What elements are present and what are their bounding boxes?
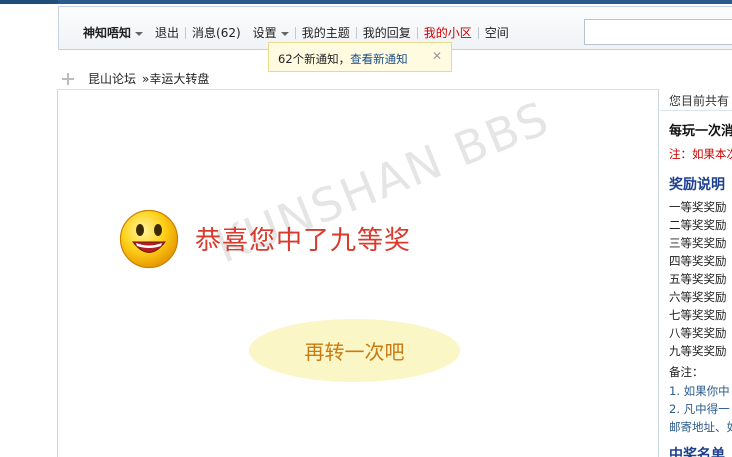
logout-link[interactable]: 退出 bbox=[149, 26, 185, 40]
prize-result-message: 恭喜您中了九等奖 bbox=[195, 226, 412, 256]
prize-item: 三等奖奖励 bbox=[669, 236, 727, 250]
prize-item: 七等奖奖励 bbox=[669, 308, 727, 322]
online-users-text: 您目前共有 bbox=[669, 94, 730, 108]
remark-line: 2. 凡中得一 bbox=[669, 402, 730, 416]
top-strip bbox=[0, 0, 732, 4]
main-content-frame bbox=[57, 89, 659, 457]
prize-item: 五等奖奖励 bbox=[669, 272, 727, 286]
notification-text: 62个新通知，查看新通知 bbox=[278, 51, 408, 67]
prize-item: 二等奖奖励 bbox=[669, 218, 727, 232]
prize-item: 八等奖奖励 bbox=[669, 326, 727, 340]
username-label: 神知唔知 bbox=[83, 26, 132, 40]
nav-links: 神知唔知 退出 消息(62) 设置 我的主题 我的回复 我的小区 空间 bbox=[77, 26, 515, 40]
my-community-link[interactable]: 我的小区 bbox=[418, 26, 478, 40]
notification-count-text: 62个新通知， bbox=[278, 52, 351, 66]
close-icon[interactable]: ✕ bbox=[432, 49, 442, 63]
view-notifications-link[interactable]: 查看新通知 bbox=[350, 52, 408, 66]
cost-note: 注：如果本次 bbox=[669, 147, 732, 161]
my-topics-link[interactable]: 我的主题 bbox=[296, 26, 356, 40]
prize-description-heading: 奖励说明 bbox=[669, 177, 725, 193]
settings-label: 设置 bbox=[252, 26, 277, 40]
settings-menu[interactable]: 设置 bbox=[247, 26, 295, 40]
cost-heading: 每玩一次消 bbox=[669, 124, 732, 139]
prize-item: 一等奖奖励 bbox=[669, 200, 727, 214]
prize-item: 六等奖奖励 bbox=[669, 290, 727, 304]
prize-item: 九等奖奖励 bbox=[669, 344, 727, 358]
prize-item: 四等奖奖励 bbox=[669, 254, 727, 268]
search-input[interactable] bbox=[584, 19, 732, 45]
breadcrumb: 昆山论坛 » 幸运大转盘 bbox=[62, 70, 209, 87]
space-link[interactable]: 空间 bbox=[479, 26, 515, 40]
breadcrumb-forum-link[interactable]: 昆山论坛 bbox=[88, 70, 136, 87]
remark-line: 邮寄地址、如 bbox=[669, 420, 732, 434]
chevron-down-icon bbox=[135, 31, 144, 36]
sidebar-divider bbox=[660, 110, 732, 111]
winners-list-heading: 中奖名单 bbox=[669, 447, 725, 457]
breadcrumb-separator: » bbox=[142, 71, 150, 86]
smiley-face-icon bbox=[119, 209, 179, 269]
chevron-down-icon bbox=[280, 31, 289, 36]
notification-popup: 62个新通知，查看新通知 ✕ bbox=[268, 42, 452, 72]
messages-link[interactable]: 消息(62) bbox=[186, 26, 247, 40]
remarks-label: 备注： bbox=[669, 365, 704, 379]
username-menu[interactable]: 神知唔知 bbox=[77, 26, 149, 40]
remark-line: 1. 如果你中 bbox=[669, 384, 730, 398]
my-replies-link[interactable]: 我的回复 bbox=[357, 26, 417, 40]
plus-icon[interactable] bbox=[62, 72, 74, 85]
right-sidebar: 您目前共有 每玩一次消 注：如果本次 奖励说明 一等奖奖励 二等奖奖励 三等奖奖… bbox=[660, 89, 732, 457]
breadcrumb-current-page[interactable]: 幸运大转盘 bbox=[149, 70, 209, 87]
spin-again-button[interactable]: 再转一次吧 bbox=[249, 319, 460, 382]
